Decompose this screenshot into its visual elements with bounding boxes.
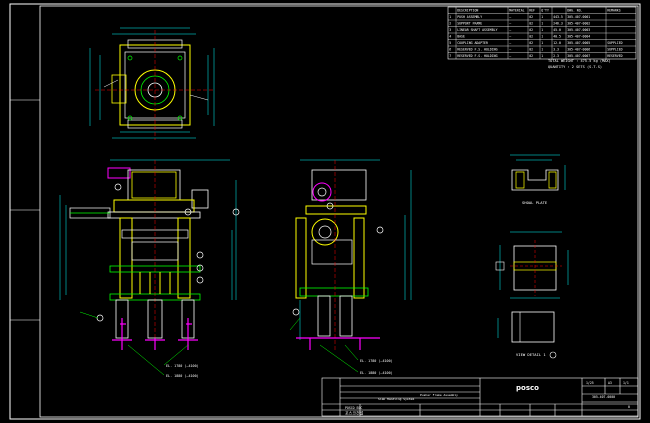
parts-table-cell: 1 — [449, 15, 451, 19]
side-elevation-view[interactable] — [289, 159, 412, 373]
parts-table-cell: 2.3 — [553, 54, 559, 58]
parts-table-cell: — — [509, 22, 511, 26]
parts-table-cell: 5 — [449, 41, 451, 45]
front-elevation-view[interactable] — [59, 159, 240, 376]
parts-table-cell: 45.0 — [553, 28, 561, 32]
parts-table-cell: COUPLING ADAPTER — [457, 41, 488, 45]
parts-table-cell: 305-407-0005 — [567, 41, 590, 45]
sheet-size: A3 — [608, 381, 612, 385]
parts-table-header-cell: DESCRIPTION — [457, 9, 478, 13]
parts-table-cell: 305-407-0007 — [567, 54, 590, 58]
parts-table-cell: 02 — [529, 41, 533, 45]
note-total-weight: TOTAL WEIGHT : 475.5 kg (MAX) — [548, 59, 611, 63]
label-shoal-plate: SHOAL PLATE — [522, 200, 548, 205]
elevation-note-1: EL. 1780 (—4100) — [166, 364, 199, 368]
parts-table-cell: PUSH ASSEMBLY — [457, 15, 482, 19]
elevation-note-3: EL. 1780 (—4100) — [360, 359, 393, 363]
parts-table-cell: RESERVED — [607, 54, 622, 58]
parts-table-cell: 1 — [541, 41, 543, 45]
parts-table-header-cell: MATERIAL — [509, 9, 524, 13]
parts-table-cell: 246.3 — [553, 22, 563, 26]
parts-list-table[interactable]: DESCRIPTION MATERIAL REF Q'TY DWG. NO. REMARK… — [447, 6, 637, 60]
parts-table-cell: — — [509, 15, 511, 19]
parts-table-cell: 305-407-0001 — [567, 15, 590, 19]
parts-table-cell: 2 — [449, 22, 451, 26]
title-block[interactable]: posco POSCO E&C 포스코건설 Slab Handling Syst… — [321, 377, 639, 417]
plan-view[interactable] — [89, 27, 215, 140]
parts-table-cell: BASE — [457, 35, 465, 39]
scale: 1/25 — [586, 381, 594, 385]
parts-table-cell: 6 — [449, 48, 451, 52]
project-name: Slab Handling System — [378, 397, 414, 401]
elevation-note-2: EL. 1880 (—4100) — [166, 374, 199, 378]
parts-table-cell: — — [509, 54, 511, 58]
parts-table-cell: RESERVED F.S. HOLDING — [457, 54, 497, 58]
parts-table-cell: 1 — [541, 48, 543, 52]
parts-table-cell: — — [509, 48, 511, 52]
label-detail-view: VIEW DETAIL 1 — [516, 352, 546, 357]
dept-name: POSCO E&C — [345, 406, 362, 410]
parts-table-cell: 305-407-0004 — [567, 35, 590, 39]
parts-table-cell: SUPPLIED — [607, 48, 622, 52]
parts-table-cell: 1 — [541, 15, 543, 19]
parts-table-cell: — — [509, 41, 511, 45]
parts-table-cell: — — [509, 28, 511, 32]
parts-table-cell: 305-407-0002 — [567, 22, 590, 26]
detail-section-view[interactable] — [495, 231, 569, 299]
note-quantity: QUANTITY : 2 SETS (S.T.S) — [548, 65, 602, 69]
parts-table-cell: 1 — [541, 28, 543, 32]
parts-table-cell: 1 — [541, 22, 543, 26]
parts-table-cell: 1 — [541, 35, 543, 39]
parts-table-cell: 02 — [529, 22, 533, 26]
parts-table-cell: 40.5 — [553, 35, 561, 39]
sheet-number: 1/1 — [623, 381, 629, 385]
dwg-number: 305-407-0000 — [592, 395, 615, 399]
parts-table-cell: SUPPLIED — [607, 41, 622, 45]
parts-table-cell: 3.3 — [553, 48, 559, 52]
parts-table-cell: 4 — [449, 35, 451, 39]
parts-table-cell: 305-407-0006 — [567, 48, 590, 52]
cad-drawing-canvas[interactable]: DESCRIPTION MATERIAL REF Q'TY DWG. NO. REMARK… — [0, 0, 650, 423]
parts-table-header-cell: DWG. NO. — [567, 9, 582, 13]
revision: 0 — [628, 405, 630, 409]
company-korean-name: 포스코건설 — [345, 410, 364, 416]
parts-table-cell: 1 — [541, 54, 543, 58]
parts-table-cell: 7 — [449, 54, 451, 58]
parts-table-cell: 3 — [449, 28, 451, 32]
elevation-note-4: EL. 1880 (—4100) — [360, 371, 393, 375]
parts-table-header-cell: Q'TY — [541, 9, 549, 13]
parts-table-cell: 02 — [529, 48, 533, 52]
parts-table-cell: — — [509, 35, 511, 39]
detail-shoal-plate[interactable] — [510, 154, 566, 191]
parts-table-cell: 02 — [529, 54, 533, 58]
company-logo: posco — [516, 384, 539, 392]
parts-table-header-cell: REF — [529, 9, 535, 13]
parts-table-cell: 02 — [529, 28, 533, 32]
parts-table-header-cell: REMARKS — [607, 9, 621, 13]
parts-table-cell: LINEAR SHAFT ASSEMBLY — [457, 28, 497, 32]
parts-table-cell: SUPPORT FRAME — [457, 22, 482, 26]
parts-table-cell: 02 — [529, 35, 533, 39]
parts-table-cell: 443.5 — [553, 15, 563, 19]
parts-table-cell: 305-407-0003 — [567, 28, 590, 32]
parts-table-cell: RESERVED F.S. HOLDING — [457, 48, 497, 52]
parts-table-cell: 12.0 — [553, 41, 561, 45]
drawing-title: Pusher Frame Assembly — [420, 393, 458, 397]
parts-table-cell: 02 — [529, 15, 533, 19]
